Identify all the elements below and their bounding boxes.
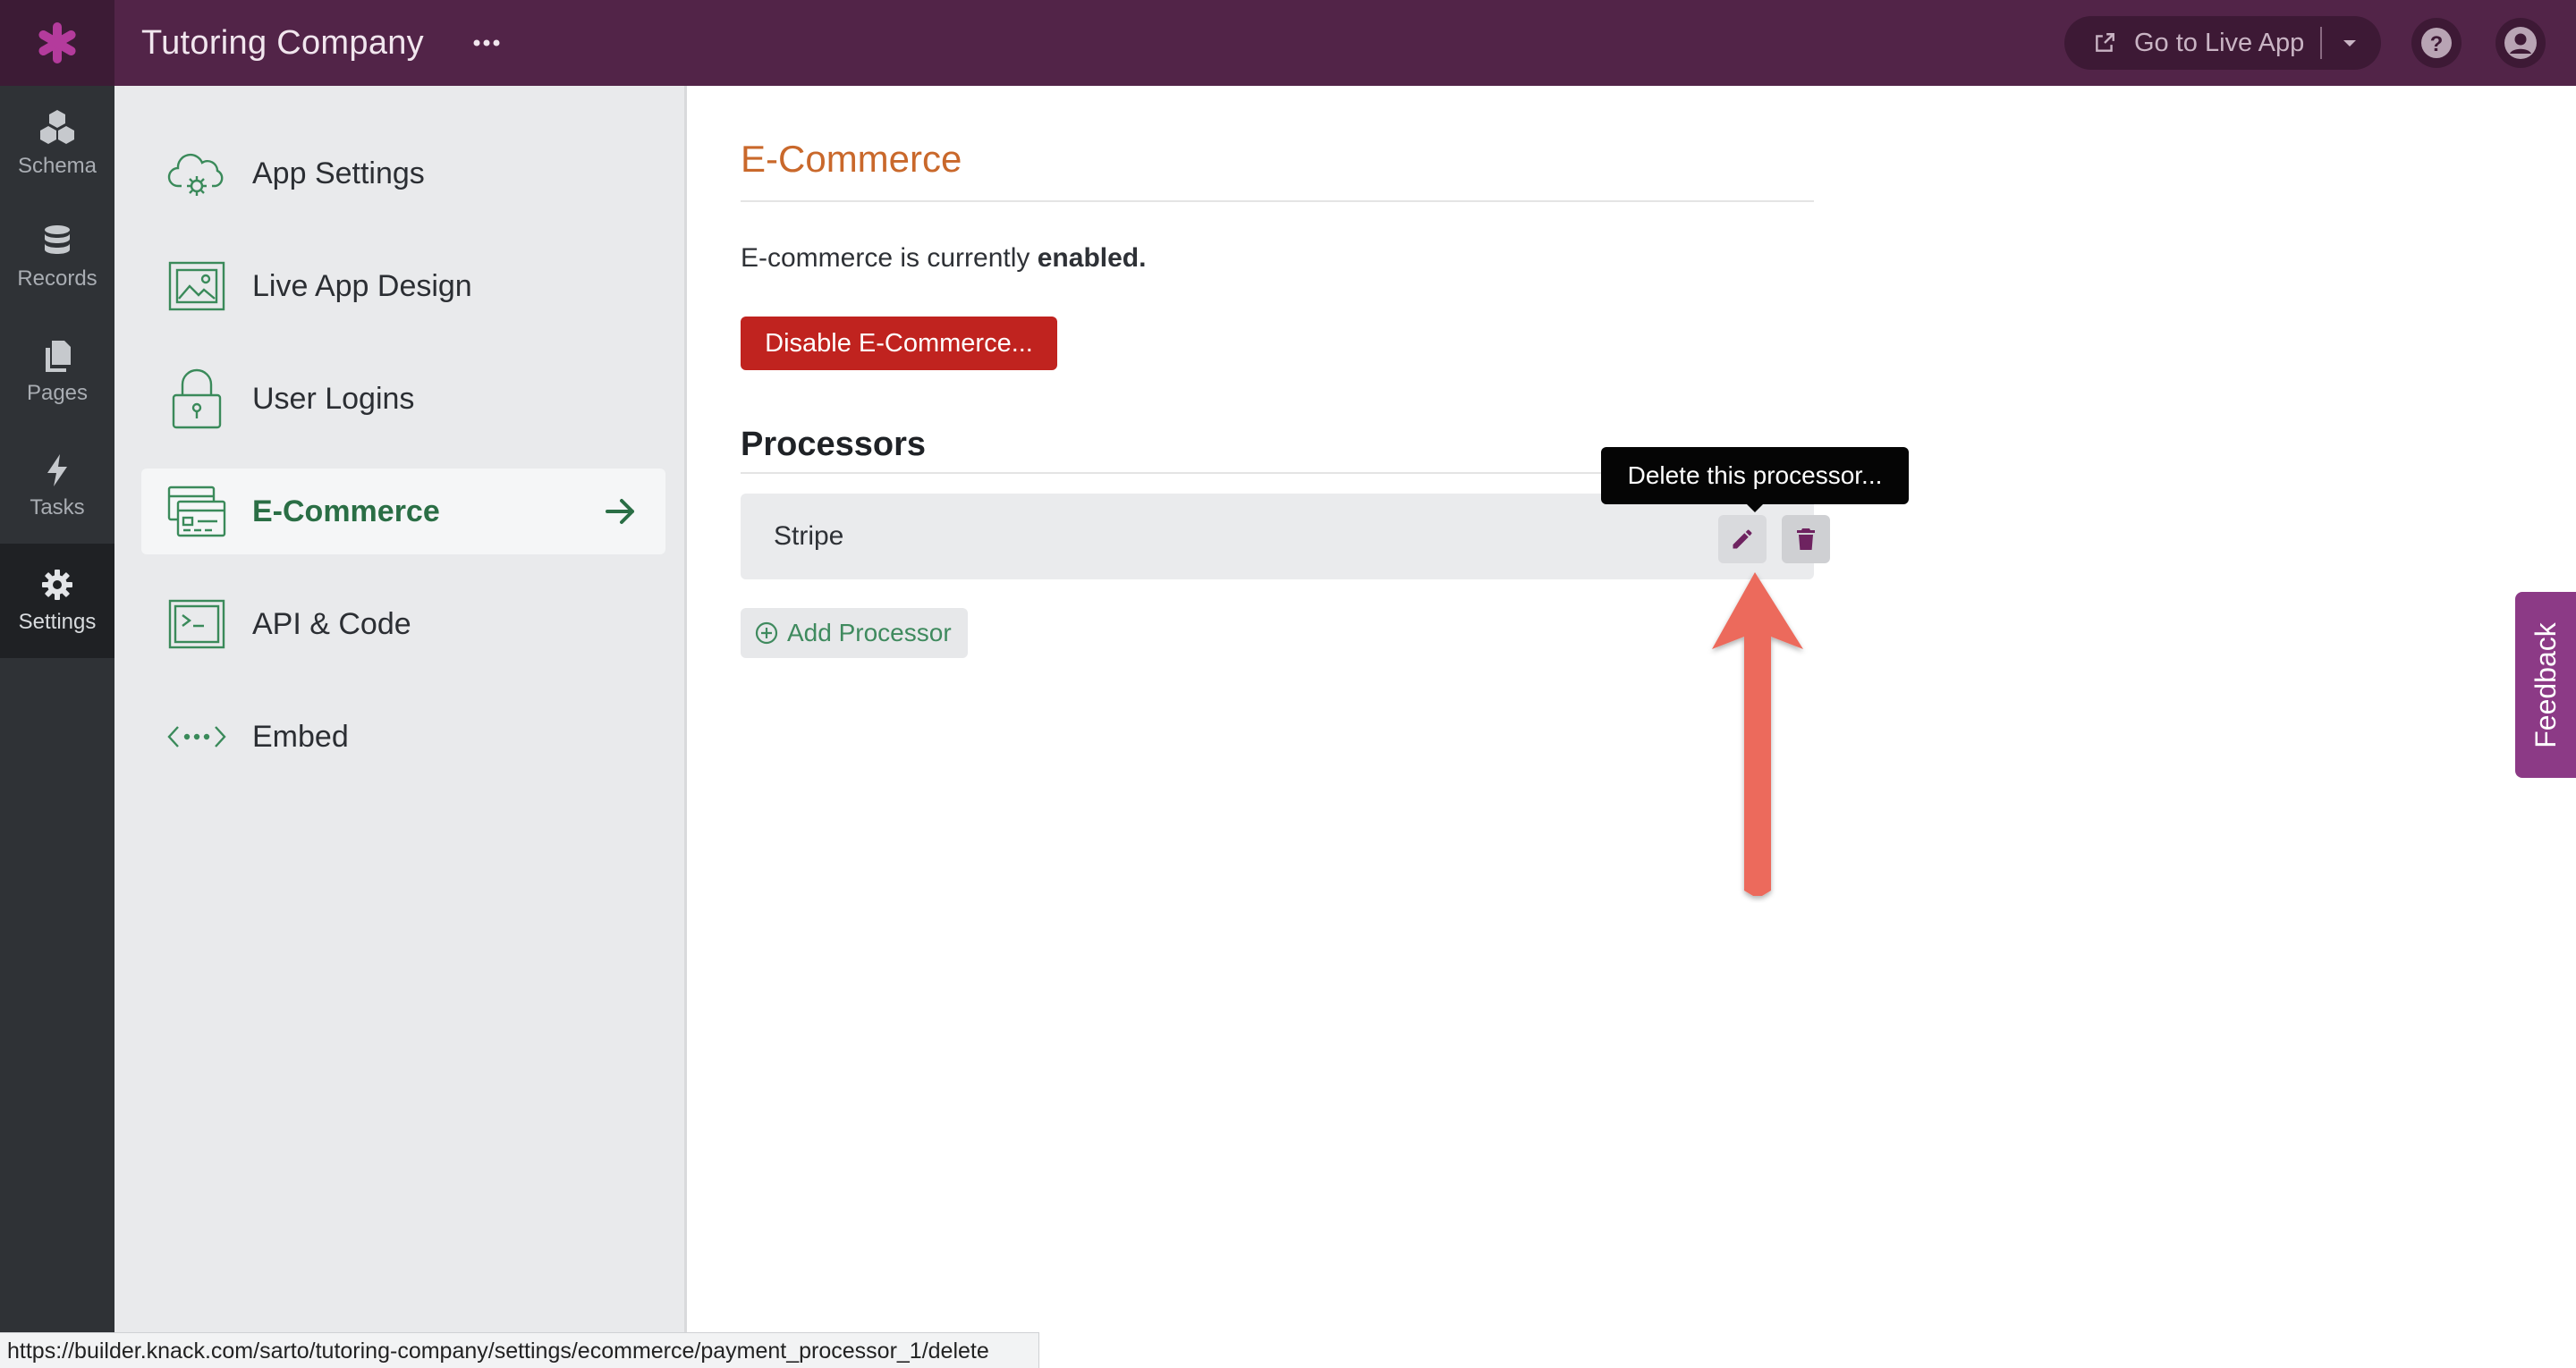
cloud-gear-icon bbox=[166, 143, 227, 204]
external-link-icon bbox=[2093, 31, 2116, 55]
trash-icon bbox=[1797, 528, 1815, 550]
edit-processor-button[interactable] bbox=[1718, 515, 1767, 563]
app-menu-button[interactable] bbox=[465, 21, 508, 64]
terminal-icon bbox=[166, 594, 227, 654]
help-icon: ? bbox=[2421, 28, 2452, 58]
live-app-label: Go to Live App bbox=[2134, 28, 2305, 57]
top-bar: Tutoring Company Go to Live App ? bbox=[0, 0, 2576, 86]
status-prefix: E-commerce is currently bbox=[741, 243, 1030, 273]
annotation-arrow-icon bbox=[1712, 572, 1803, 896]
schema-icon bbox=[40, 110, 74, 144]
left-nav-rail: Schema Records Pages Tasks Settings bbox=[0, 86, 114, 1368]
pencil-icon bbox=[1733, 529, 1752, 549]
add-processor-label: Add Processor bbox=[787, 619, 952, 646]
more-dots-icon bbox=[473, 39, 500, 46]
subnav-item-e-commerce[interactable]: E-Commerce bbox=[141, 469, 665, 554]
processor-row: Stripe bbox=[741, 494, 1830, 579]
add-processor-button[interactable]: Add Processor bbox=[741, 608, 968, 658]
go-to-live-app-button[interactable]: Go to Live App bbox=[2064, 16, 2381, 70]
plus-circle-icon bbox=[755, 621, 778, 645]
help-button[interactable]: ? bbox=[2411, 18, 2462, 68]
svg-text:?: ? bbox=[2430, 32, 2444, 56]
arrow-right-icon bbox=[603, 494, 639, 529]
credit-card-icon bbox=[166, 481, 227, 542]
subnav-item-live-app-design[interactable]: Live App Design bbox=[141, 243, 665, 329]
ecommerce-status: E-commerce is currently enabled. bbox=[741, 243, 1146, 274]
rail-item-records[interactable]: Records bbox=[0, 200, 114, 315]
feedback-tab[interactable]: Feedback bbox=[2515, 592, 2576, 778]
user-avatar-icon bbox=[2504, 27, 2537, 59]
browser-status-url: https://builder.knack.com/sarto/tutoring… bbox=[0, 1332, 1039, 1368]
tooltip-pointer bbox=[1746, 503, 1764, 512]
subnav-item-api-code[interactable]: API & Code bbox=[141, 581, 665, 667]
database-icon bbox=[45, 225, 70, 254]
embed-icon bbox=[166, 706, 227, 767]
subnav-item-embed[interactable]: Embed bbox=[141, 694, 665, 780]
feedback-label: Feedback bbox=[2529, 621, 2562, 748]
subnav-label: Live App Design bbox=[252, 268, 472, 303]
picture-icon bbox=[166, 256, 227, 317]
pages-icon bbox=[46, 341, 71, 372]
subnav-item-user-logins[interactable]: User Logins bbox=[141, 356, 665, 442]
rail-label: Schema bbox=[17, 154, 97, 178]
rail-label: Settings bbox=[18, 610, 97, 634]
processor-name: Stripe bbox=[774, 521, 844, 551]
subnav-item-app-settings[interactable]: App Settings bbox=[141, 131, 665, 216]
lightning-icon bbox=[47, 454, 67, 486]
rail-item-settings[interactable]: Settings bbox=[0, 544, 114, 658]
divider bbox=[741, 200, 1814, 202]
rail-label: Pages bbox=[26, 381, 89, 405]
subnav-label: Embed bbox=[252, 719, 349, 754]
processors-heading: Processors bbox=[741, 426, 927, 463]
rail-item-pages[interactable]: Pages bbox=[0, 315, 114, 429]
rail-label: Tasks bbox=[30, 495, 85, 519]
gear-icon bbox=[42, 570, 72, 600]
subnav-label: App Settings bbox=[252, 156, 425, 190]
disable-ecommerce-button[interactable]: Disable E-Commerce... bbox=[741, 317, 1057, 370]
button-separator bbox=[2320, 27, 2323, 59]
main-content: E-Commerce E-commerce is currently enabl… bbox=[690, 86, 2576, 1368]
knack-logo[interactable] bbox=[0, 0, 114, 86]
rail-item-tasks[interactable]: Tasks bbox=[0, 429, 114, 544]
delete-processor-button[interactable] bbox=[1782, 515, 1830, 563]
delete-tooltip: Delete this processor... bbox=[1601, 447, 1909, 504]
settings-subnav: App Settings Live App Design User Logins bbox=[114, 86, 687, 1368]
rail-label: Records bbox=[17, 266, 97, 291]
chevron-down-icon[interactable] bbox=[2342, 38, 2358, 48]
rail-item-schema[interactable]: Schema bbox=[0, 86, 114, 200]
account-button[interactable] bbox=[2496, 18, 2546, 68]
status-value: enabled. bbox=[1037, 243, 1147, 273]
asterisk-logo-icon bbox=[38, 22, 76, 63]
subnav-label: API & Code bbox=[252, 606, 411, 641]
page-title: E-Commerce bbox=[741, 138, 962, 180]
app-title: Tutoring Company bbox=[141, 24, 424, 62]
subnav-label: E-Commerce bbox=[252, 494, 440, 528]
subnav-label: User Logins bbox=[252, 381, 415, 416]
lock-icon bbox=[166, 368, 227, 429]
